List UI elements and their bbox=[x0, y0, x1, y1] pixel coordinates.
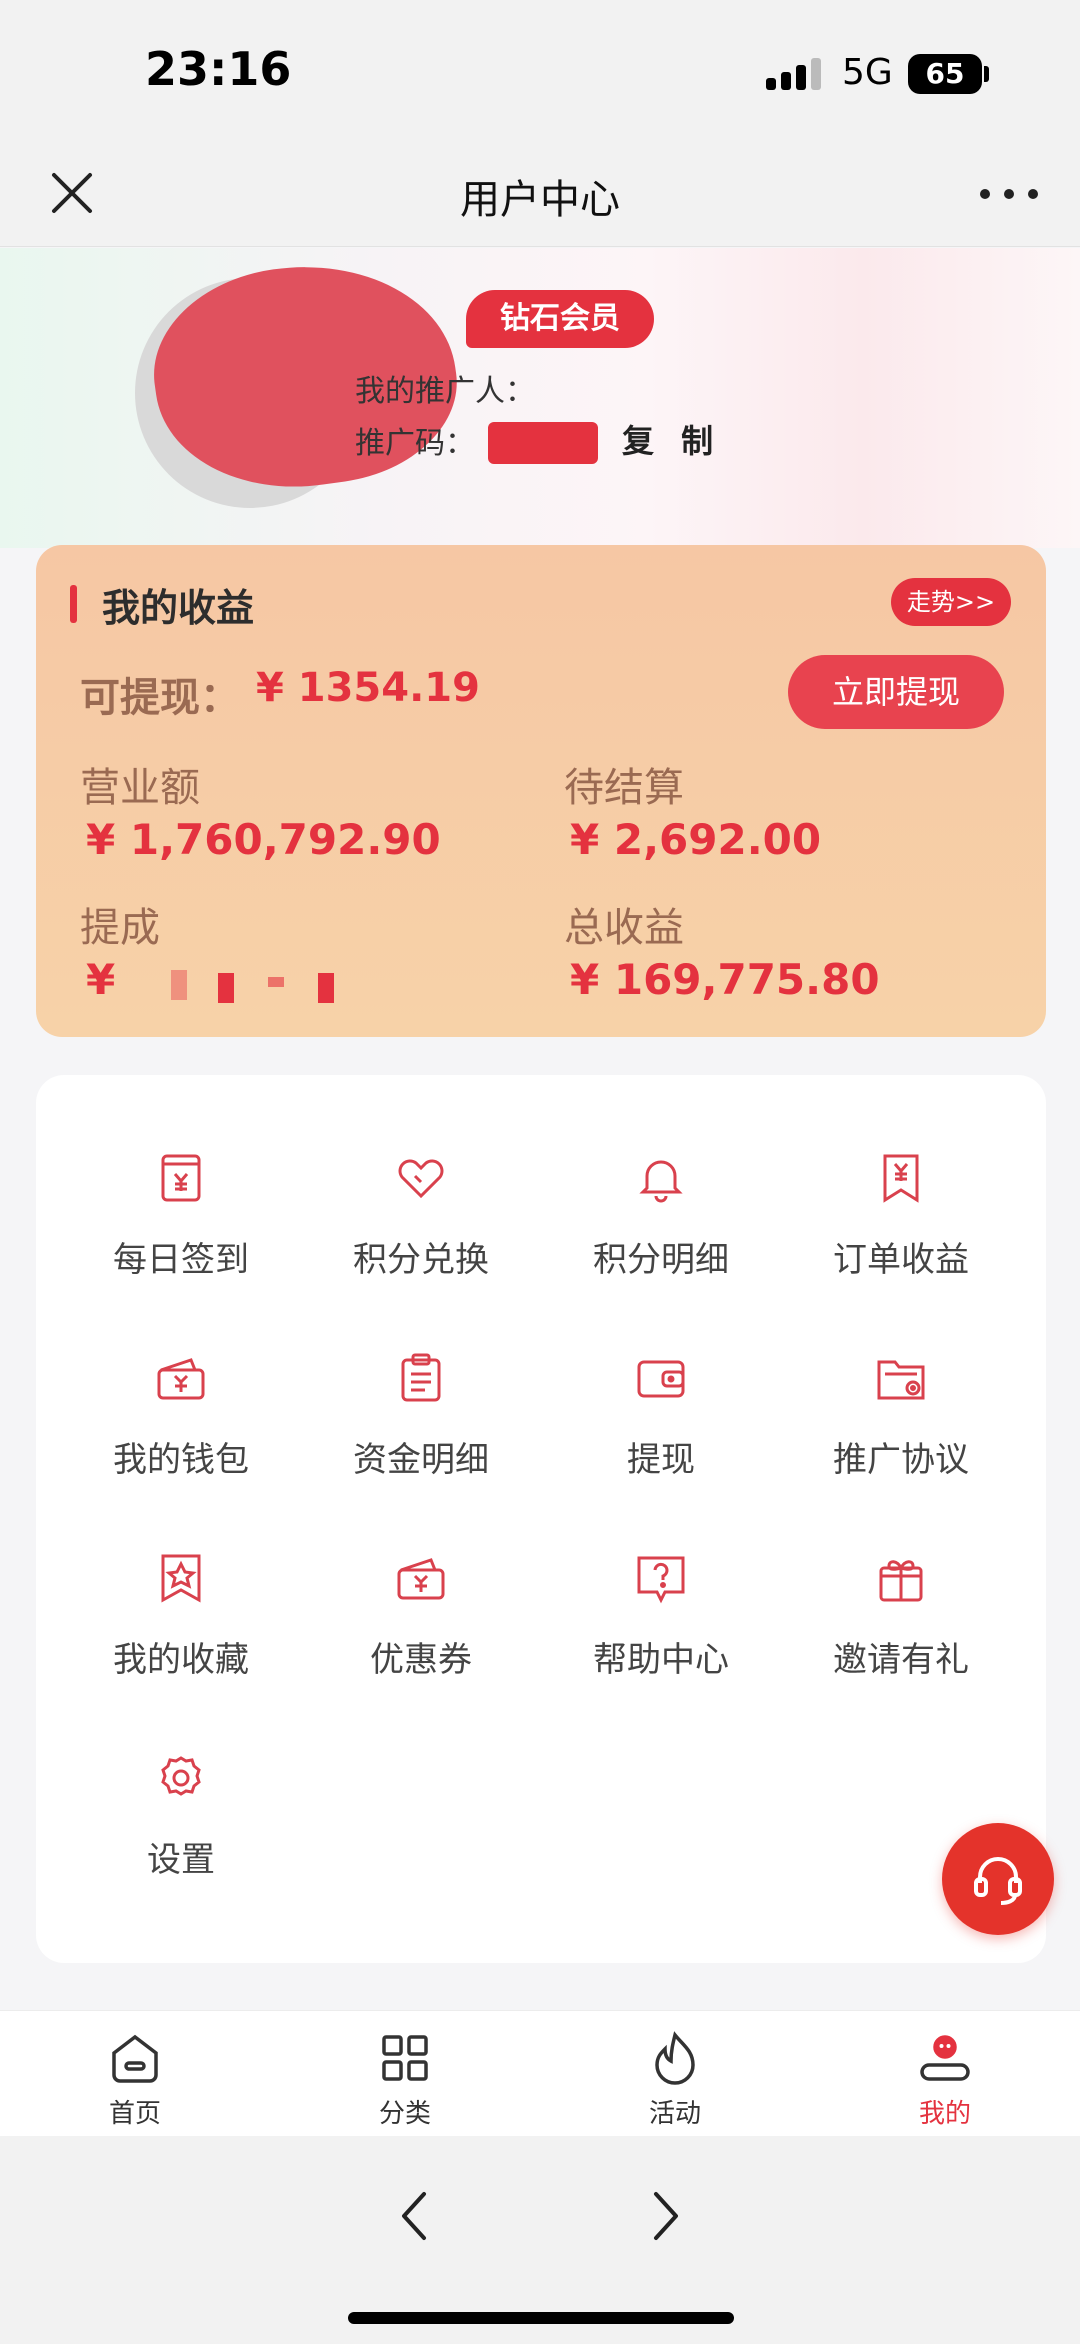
profile-header: 钻石会员 我的推广人： 推广码： 复 制 bbox=[0, 246, 1080, 548]
tab-category[interactable]: 分类 bbox=[335, 2029, 475, 2130]
withdrawable-value: ¥ 1354.19 bbox=[256, 665, 480, 711]
more-icon[interactable] bbox=[980, 185, 1040, 205]
trend-button[interactable]: 走势>> bbox=[891, 578, 1011, 626]
menu-withdraw[interactable]: 提现 bbox=[541, 1350, 781, 1500]
user-icon bbox=[920, 2035, 970, 2081]
menu-points-detail[interactable]: 积分明细 bbox=[541, 1150, 781, 1300]
menu-invite-gift[interactable]: 邀请有礼 bbox=[781, 1550, 1021, 1700]
vip-badge: 钻石会员 bbox=[466, 290, 654, 348]
earnings-card: 我的收益 走势>> 可提现： ¥ 1354.19 立即提现 营业额 ¥ 1,76… bbox=[36, 545, 1046, 1037]
clipboard-icon bbox=[401, 1353, 441, 1402]
home-indicator bbox=[348, 2312, 734, 2324]
tab-activity[interactable]: 活动 bbox=[605, 2029, 745, 2130]
flame-icon bbox=[655, 2031, 695, 2085]
earnings-title: 我的收益 bbox=[102, 586, 255, 630]
yuan-bookmark-icon bbox=[883, 1154, 919, 1203]
menu-help-center[interactable]: 帮助中心 bbox=[541, 1550, 781, 1700]
withdraw-now-button[interactable]: 立即提现 bbox=[788, 655, 1004, 729]
revenue-value: ¥ 1,760,792.90 bbox=[86, 815, 441, 864]
gift-icon bbox=[879, 1560, 923, 1602]
revenue-label: 营业额 bbox=[80, 765, 200, 811]
menu-coupons[interactable]: 优惠券 bbox=[301, 1550, 541, 1700]
back-arrow-icon[interactable] bbox=[390, 2186, 440, 2246]
commission-label: 提成 bbox=[80, 905, 160, 951]
total-value: ¥ 169,775.80 bbox=[570, 955, 880, 1004]
promo-code-label: 推广码： bbox=[355, 426, 475, 461]
commission-redaction bbox=[318, 973, 334, 1003]
promo-code-redaction bbox=[488, 422, 598, 464]
bell-icon bbox=[639, 1160, 683, 1203]
gear-icon bbox=[161, 1756, 201, 1796]
heart-tag-icon bbox=[398, 1159, 444, 1199]
referrer-label: 我的推广人： bbox=[355, 374, 535, 409]
menu-settings[interactable]: 设置 bbox=[61, 1750, 301, 1900]
commission-redaction bbox=[268, 977, 284, 987]
commission-value: ¥ bbox=[86, 955, 116, 1004]
menu-my-wallet[interactable]: 我的钱包 bbox=[61, 1350, 301, 1500]
coupon-icon bbox=[397, 1558, 445, 1600]
battery-icon: 65 bbox=[908, 54, 982, 94]
wallet-icon bbox=[157, 1358, 205, 1400]
status-time: 23:16 bbox=[145, 42, 292, 96]
commission-redaction bbox=[171, 970, 187, 1000]
grid-icon bbox=[382, 2035, 428, 2081]
signal-icon bbox=[766, 58, 824, 90]
total-label: 总收益 bbox=[564, 905, 684, 951]
bottom-tab-bar: 首页 分类 活动 我的 bbox=[0, 2010, 1080, 2136]
menu-order-earnings[interactable]: 订单收益 bbox=[781, 1150, 1021, 1300]
tab-mine[interactable]: 我的 bbox=[875, 2029, 1015, 2130]
star-bookmark-icon bbox=[161, 1554, 201, 1603]
page-title: 用户中心 bbox=[460, 177, 620, 223]
menu-points-exchange[interactable]: 积分兑换 bbox=[301, 1150, 541, 1300]
forward-arrow-icon[interactable] bbox=[640, 2186, 690, 2246]
headset-icon bbox=[974, 1857, 1022, 1905]
help-icon bbox=[637, 1556, 685, 1604]
pending-label: 待结算 bbox=[564, 765, 684, 811]
home-icon bbox=[112, 2034, 158, 2083]
battery-tip bbox=[984, 66, 989, 82]
wallet-card-icon bbox=[637, 1360, 685, 1398]
status-bar: 23:16 5G 65 bbox=[0, 0, 1080, 145]
folder-icon bbox=[877, 1360, 925, 1400]
menu-promo-agreement[interactable]: 推广协议 bbox=[781, 1350, 1021, 1500]
pending-value: ¥ 2,692.00 bbox=[570, 815, 822, 864]
menu-daily-checkin[interactable]: 每日签到 bbox=[61, 1150, 301, 1300]
network-type: 5G bbox=[842, 52, 893, 93]
menu-fund-detail[interactable]: 资金明细 bbox=[301, 1350, 541, 1500]
copy-button[interactable]: 复 制 bbox=[622, 416, 721, 462]
daily-checkin-icon bbox=[161, 1154, 201, 1202]
menu-grid: 每日签到 积分兑换 积分明细 订单收益 我的钱包 资金明细 提现 推广协议 我的… bbox=[36, 1075, 1046, 1963]
menu-my-favorites[interactable]: 我的收藏 bbox=[61, 1550, 301, 1700]
title-accent-bar bbox=[70, 585, 77, 623]
withdrawable-label: 可提现： bbox=[80, 675, 240, 721]
tab-home[interactable]: 首页 bbox=[65, 2029, 205, 2130]
browser-toolbar bbox=[0, 2136, 1080, 2344]
nav-bar: 用户中心 bbox=[0, 145, 1080, 247]
customer-service-button[interactable] bbox=[942, 1823, 1054, 1935]
commission-redaction bbox=[218, 973, 234, 1003]
